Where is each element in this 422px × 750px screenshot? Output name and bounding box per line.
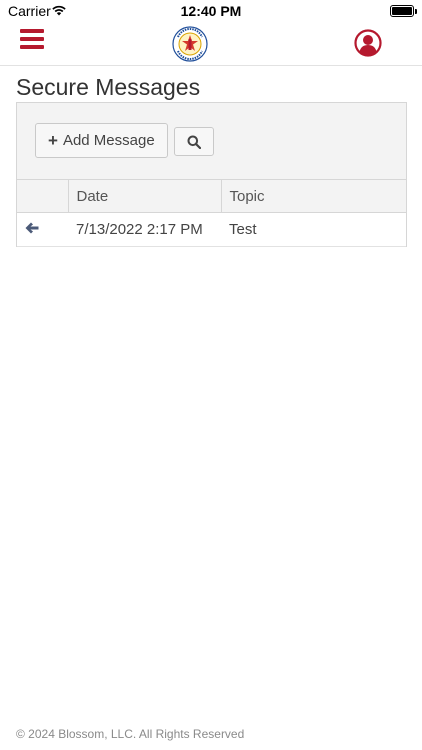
- battery-tip: [415, 9, 417, 14]
- search-icon: [187, 135, 201, 149]
- add-message-label: Add Message: [62, 132, 155, 149]
- messages-table: Date Topic 7/13/2022 2:17 PM Test: [17, 179, 406, 247]
- footer-copyright: © 2024 Blossom, LLC. All Rights Reserved: [16, 727, 245, 741]
- messages-panel: + Add Message Date Topic 7/13/2022 2:17 …: [16, 102, 407, 247]
- clock: 12:40 PM: [180, 3, 242, 19]
- page-title: Secure Messages: [16, 74, 201, 100]
- table-row[interactable]: 7/13/2022 2:17 PM Test: [17, 212, 406, 247]
- add-message-button[interactable]: + Add Message: [35, 123, 168, 158]
- left-arrow-icon[interactable]: [25, 222, 39, 234]
- user-account-icon[interactable]: [354, 29, 382, 57]
- status-bar: Carrier 12:40 PM: [0, 0, 422, 22]
- plus-icon: +: [48, 131, 58, 150]
- table-header-row: Date Topic: [17, 179, 406, 213]
- column-header-icon: [17, 179, 68, 213]
- toolbar: + Add Message: [17, 103, 406, 179]
- battery-icon: [390, 5, 414, 17]
- row-date: 7/13/2022 2:17 PM: [68, 212, 221, 247]
- column-header-topic: Topic: [220, 179, 406, 213]
- search-button[interactable]: [174, 127, 214, 156]
- hamburger-icon[interactable]: [20, 29, 44, 49]
- row-topic: Test: [221, 212, 406, 247]
- column-header-date: Date: [67, 179, 221, 213]
- top-nav: [0, 22, 422, 66]
- row-icon-cell: [17, 212, 68, 247]
- fire-department-logo: [172, 26, 208, 62]
